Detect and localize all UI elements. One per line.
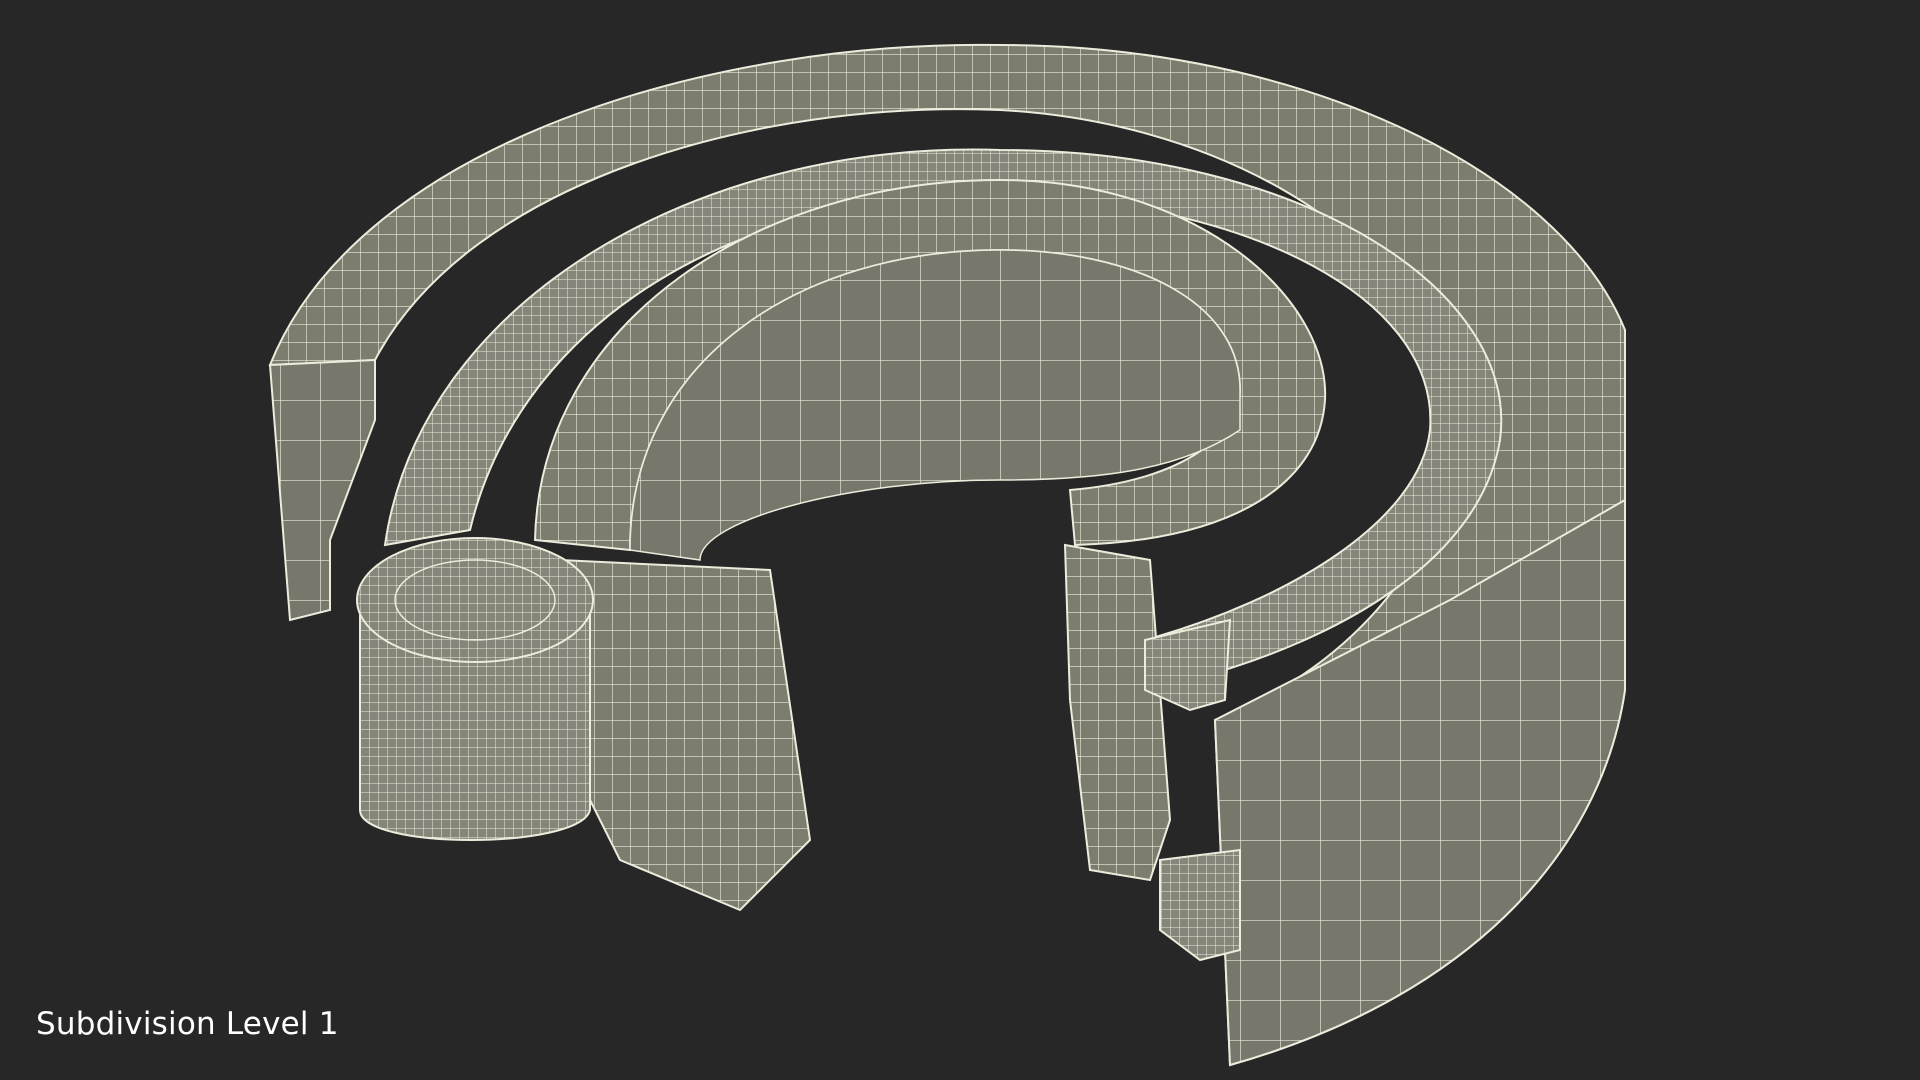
bearing-wireframe-render	[268, 43, 1626, 1067]
render-viewport: Subdivision Level 1	[0, 0, 1920, 1080]
roller	[356, 537, 594, 841]
subdivision-level-caption: Subdivision Level 1	[36, 1006, 339, 1042]
inner-ring	[533, 178, 1327, 912]
